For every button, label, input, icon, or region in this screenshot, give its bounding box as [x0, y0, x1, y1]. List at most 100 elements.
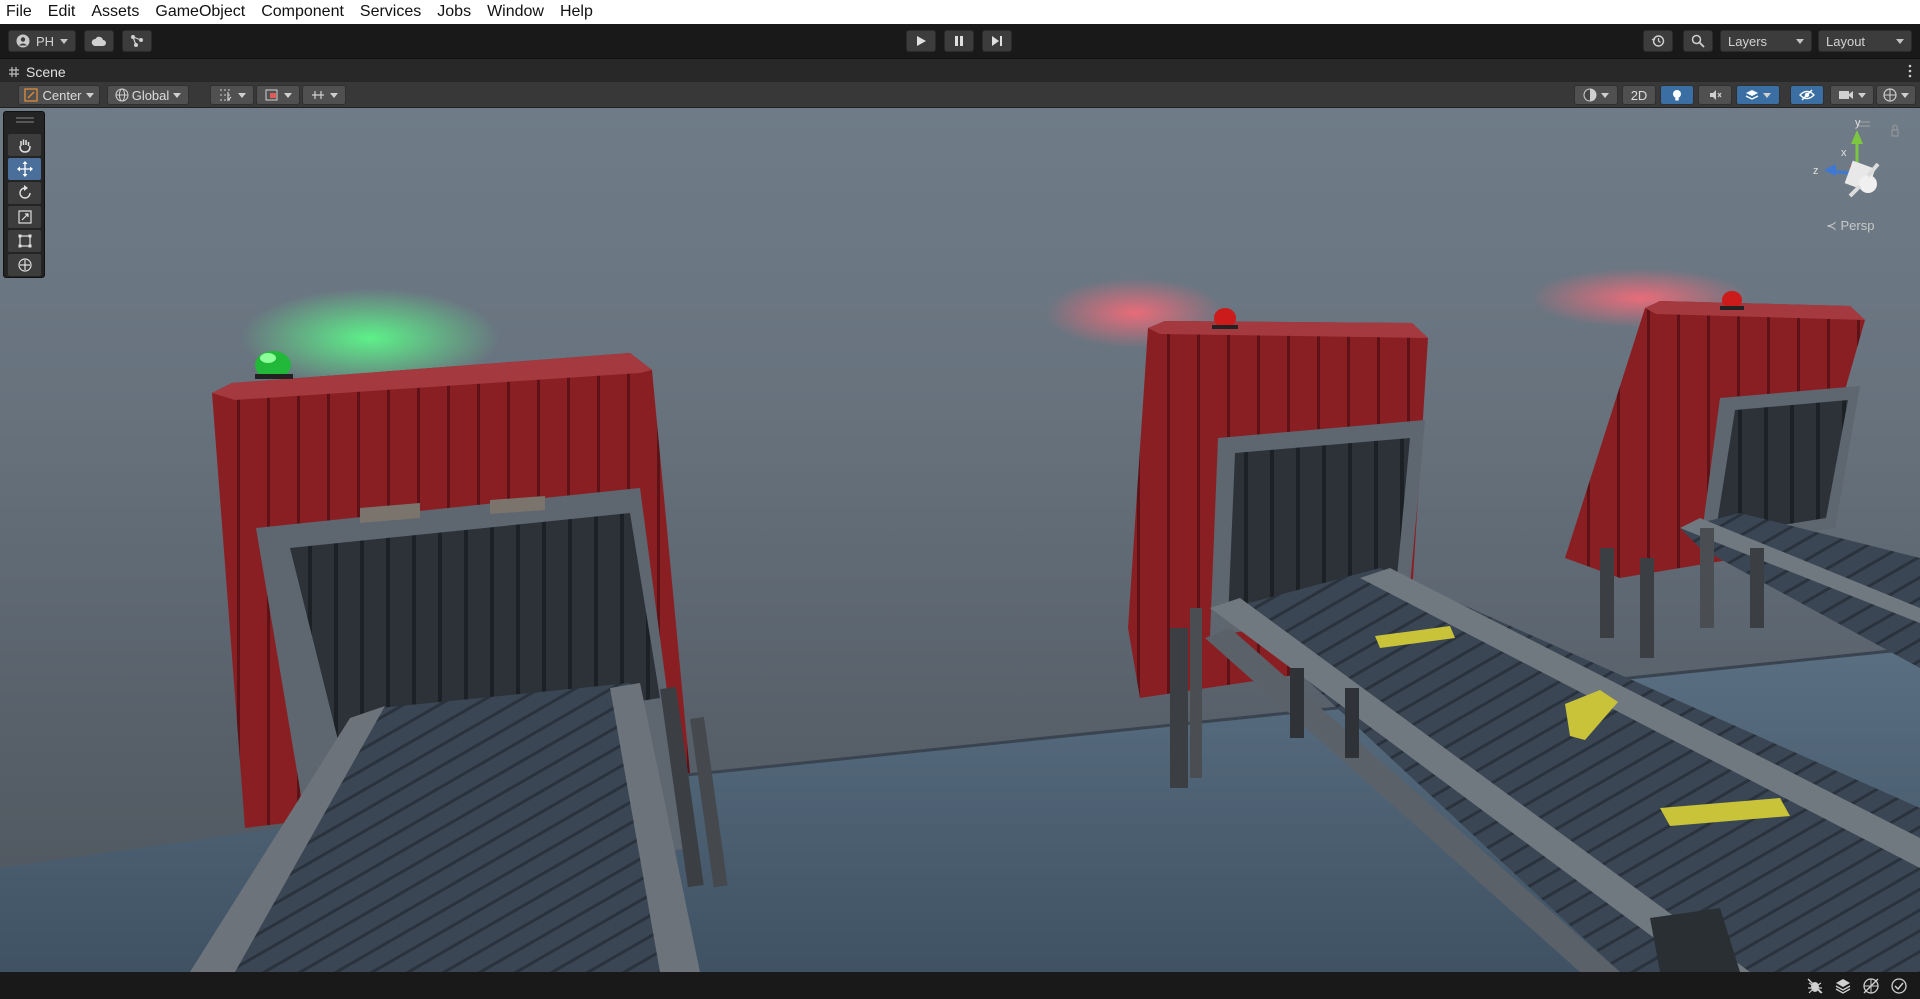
main-toolbar: PH Layers Layout — [0, 24, 1920, 58]
globe-icon — [115, 88, 129, 102]
camera-icon — [1839, 91, 1853, 99]
menu-assets[interactable]: Assets — [91, 3, 139, 21]
toggle-2d-button[interactable]: 2D — [1622, 85, 1656, 105]
chevron-down-icon — [330, 92, 338, 98]
gizmo-z-label: z — [1813, 165, 1819, 177]
layout-label: Layout — [1826, 33, 1866, 49]
scale-tool[interactable] — [8, 206, 41, 228]
layers-dropdown[interactable]: Layers — [1720, 30, 1812, 52]
cloud-button[interactable] — [84, 30, 114, 52]
grid-hash-icon — [9, 66, 19, 77]
chevron-down-icon — [1796, 38, 1804, 44]
pause-icon — [955, 36, 963, 46]
gizmos-dropdown[interactable] — [1876, 85, 1916, 105]
menu-edit[interactable]: Edit — [48, 3, 76, 21]
network-icon[interactable] — [1862, 977, 1880, 995]
effects-layers-icon — [1745, 90, 1759, 100]
gizmo-x-label: x — [1841, 147, 1847, 159]
layout-dropdown[interactable]: Layout — [1818, 30, 1912, 52]
undo-history-button[interactable] — [1643, 30, 1673, 52]
chevron-down-icon — [1763, 92, 1771, 98]
snap-increment-dropdown[interactable] — [256, 85, 300, 105]
pivot-mode-dropdown[interactable]: Center — [18, 85, 100, 105]
chevron-left-icon: ≺ — [1826, 218, 1841, 233]
history-icon — [1651, 35, 1665, 47]
projection-toggle[interactable]: ≺ Persp — [1826, 218, 1874, 234]
more-options-icon[interactable] — [1908, 63, 1912, 79]
status-bar — [0, 972, 1920, 999]
rect-transform-icon — [18, 234, 31, 248]
gizmo-globe-icon — [1883, 88, 1897, 102]
stack-icon[interactable] — [1834, 977, 1852, 995]
check-circle-icon[interactable] — [1890, 977, 1908, 995]
chevron-down-icon — [284, 92, 292, 98]
toggle-audio-button[interactable] — [1698, 85, 1732, 105]
hand-icon — [18, 139, 31, 153]
grid-snap-dropdown[interactable] — [210, 85, 254, 105]
space-mode-dropdown[interactable]: Global — [107, 85, 189, 105]
rotate-tool[interactable] — [8, 182, 41, 204]
menu-jobs[interactable]: Jobs — [437, 3, 471, 21]
transform-icon — [17, 258, 32, 272]
align-dropdown[interactable] — [302, 85, 346, 105]
move-tool[interactable] — [8, 158, 41, 180]
search-icon — [1691, 34, 1705, 48]
move-arrows-icon — [16, 161, 33, 177]
play-button[interactable] — [906, 30, 936, 52]
search-button[interactable] — [1683, 30, 1713, 52]
rect-tool[interactable] — [8, 230, 41, 252]
chevron-down-icon — [60, 38, 69, 44]
tab-scene[interactable]: Scene — [8, 61, 66, 82]
scene-viewport[interactable] — [0, 108, 1920, 972]
rotate-icon — [18, 185, 31, 199]
grid-snap-icon — [220, 89, 232, 102]
menu-file[interactable]: File — [6, 3, 32, 21]
tab-scene-label: Scene — [26, 63, 66, 80]
account-dropdown[interactable]: PH — [8, 30, 76, 52]
collab-button[interactable] — [122, 30, 152, 52]
projection-label: Persp — [1840, 218, 1875, 233]
camera-settings-dropdown[interactable] — [1830, 85, 1874, 105]
pivot-mode-label: Center — [42, 87, 82, 103]
menu-services[interactable]: Services — [360, 3, 421, 21]
chevron-down-icon — [1858, 92, 1866, 98]
step-icon — [992, 36, 1002, 46]
scene-toolbar: Center Global 2D — [0, 82, 1920, 108]
menu-help[interactable]: Help — [560, 3, 593, 21]
tool-palette — [3, 111, 45, 278]
audio-muted-icon — [1710, 90, 1722, 100]
menu-window[interactable]: Window — [487, 3, 544, 21]
chevron-down-icon — [173, 92, 182, 98]
chevron-down-icon — [85, 92, 94, 98]
align-icon — [312, 91, 324, 99]
toggle-lighting-button[interactable] — [1660, 85, 1694, 105]
layers-label: Layers — [1728, 33, 1768, 49]
scene-render — [0, 108, 1920, 972]
pause-button[interactable] — [944, 30, 974, 52]
effects-dropdown[interactable] — [1736, 85, 1780, 105]
hidden-objects-toggle[interactable] — [1790, 85, 1824, 105]
cloud-icon — [91, 36, 106, 46]
menu-component[interactable]: Component — [261, 3, 344, 21]
scale-icon — [17, 210, 32, 224]
gizmo-y-label: y — [1855, 117, 1861, 129]
left-booth — [190, 351, 728, 972]
bug-icon[interactable] — [1806, 977, 1824, 995]
menu-gameobject[interactable]: GameObject — [155, 3, 245, 21]
shading-sphere-icon — [1583, 88, 1597, 102]
drag-handle-icon[interactable] — [16, 117, 34, 123]
step-button[interactable] — [982, 30, 1012, 52]
chevron-down-icon — [238, 92, 246, 98]
account-label: PH — [35, 33, 55, 49]
scene-tab-bar: Scene — [0, 58, 1920, 82]
chevron-down-icon — [1901, 92, 1909, 98]
account-icon — [16, 34, 30, 48]
hand-tool[interactable] — [8, 134, 41, 156]
eye-hidden-icon — [1799, 89, 1815, 101]
transform-tool[interactable] — [8, 254, 41, 276]
space-mode-label: Global — [131, 87, 170, 103]
pivot-center-icon — [24, 88, 39, 102]
shading-mode-dropdown[interactable] — [1574, 85, 1618, 105]
lightbulb-icon — [1673, 90, 1681, 101]
play-icon — [917, 36, 926, 46]
